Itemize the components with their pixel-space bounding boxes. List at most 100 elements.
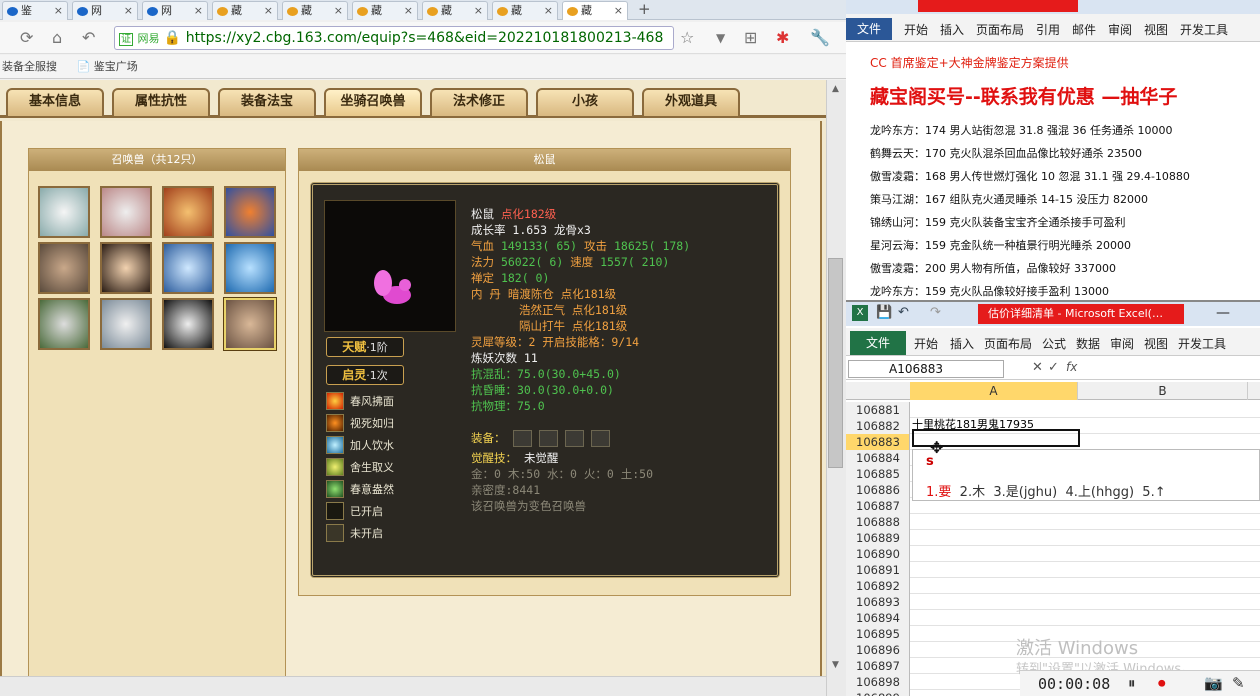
summon-thumb[interactable]: [162, 186, 214, 238]
word-tab[interactable]: 视图: [1144, 21, 1168, 38]
summon-thumb[interactable]: [162, 242, 214, 294]
undo-icon[interactable]: ↶: [82, 29, 95, 47]
summon-thumb[interactable]: [38, 186, 90, 238]
minimize-icon[interactable]: —: [1216, 305, 1230, 321]
excel-tab[interactable]: 审阅: [1110, 335, 1134, 352]
confirm-icon[interactable]: ✓: [1048, 360, 1059, 375]
word-file-tab[interactable]: 文件: [846, 18, 892, 40]
game-tab[interactable]: 坐骑召唤兽: [324, 88, 422, 116]
scroll-down-icon[interactable]: ▼: [832, 660, 839, 670]
row-header[interactable]: 106885: [846, 466, 910, 482]
row-header[interactable]: 106889: [846, 530, 910, 546]
skill-item[interactable]: 加人饮水: [326, 435, 466, 455]
name-box[interactable]: A106883: [848, 360, 1004, 378]
word-tab[interactable]: 开始: [904, 21, 928, 38]
pen-icon[interactable]: ✎: [1232, 674, 1245, 692]
column-header-b[interactable]: B: [1078, 382, 1248, 400]
close-tab-icon[interactable]: ×: [194, 2, 203, 19]
row-header[interactable]: 106899: [846, 690, 910, 696]
wrench-icon[interactable]: 🔧: [810, 29, 830, 47]
row-header[interactable]: 106888: [846, 514, 910, 530]
summon-thumb-selected[interactable]: [224, 298, 276, 350]
excel-tab[interactable]: 页面布局: [984, 335, 1032, 352]
close-tab-icon[interactable]: ×: [264, 2, 273, 19]
equip-slot[interactable]: [539, 430, 558, 447]
close-tab-icon[interactable]: ×: [614, 2, 623, 19]
row-header[interactable]: 106898: [846, 674, 910, 690]
ime-candidate[interactable]: 1.要: [926, 485, 951, 500]
close-tab-icon[interactable]: ×: [54, 2, 63, 19]
horizontal-scrollbar[interactable]: [0, 676, 826, 696]
game-tab[interactable]: 属性抗性: [112, 88, 210, 116]
cancel-icon[interactable]: ✕: [1032, 360, 1043, 375]
row-header[interactable]: 106897: [846, 658, 910, 674]
browser-tab[interactable]: 藏 ×: [352, 1, 418, 20]
excel-tab[interactable]: 数据: [1076, 335, 1100, 352]
row-header[interactable]: 106883: [846, 434, 910, 450]
lightning-icon[interactable]: ϟ: [672, 30, 673, 46]
summon-thumb[interactable]: [100, 242, 152, 294]
row-header[interactable]: 106887: [846, 498, 910, 514]
row-header[interactable]: 106882: [846, 418, 910, 434]
row-header[interactable]: 106892: [846, 578, 910, 594]
bookmark-item[interactable]: 装备全服搜: [2, 60, 57, 73]
summon-thumb[interactable]: [224, 242, 276, 294]
summon-thumb[interactable]: [38, 298, 90, 350]
browser-tab[interactable]: 网 ×: [72, 1, 138, 20]
grid-icon[interactable]: ⊞: [744, 29, 757, 47]
save-icon[interactable]: 💾: [876, 305, 892, 320]
summon-thumb[interactable]: [100, 186, 152, 238]
enlighten-badge[interactable]: 启灵·1次: [326, 365, 404, 385]
row-header[interactable]: 106894: [846, 610, 910, 626]
ime-candidate[interactable]: 2.木: [960, 485, 985, 500]
game-tab[interactable]: 小孩: [536, 88, 634, 116]
row-header[interactable]: 106893: [846, 594, 910, 610]
ime-candidate[interactable]: 5.↑: [1142, 485, 1165, 500]
camera-icon[interactable]: 📷: [1204, 674, 1223, 692]
skill-item[interactable]: 未开启: [326, 523, 466, 543]
close-tab-icon[interactable]: ×: [544, 2, 553, 19]
summon-thumb[interactable]: [224, 186, 276, 238]
redo-icon[interactable]: ↷: [930, 305, 941, 320]
summon-thumb[interactable]: [100, 298, 152, 350]
browser-tab[interactable]: 藏 ×: [282, 1, 348, 20]
game-tab[interactable]: 装备法宝: [218, 88, 316, 116]
talent-badge[interactable]: 天赋·1阶: [326, 337, 404, 357]
browser-tab[interactable]: 鉴 ×: [2, 1, 68, 20]
skill-item[interactable]: 舍生取义: [326, 457, 466, 477]
word-tab[interactable]: 插入: [940, 21, 964, 38]
address-bar[interactable]: 证 网易 🔒 https://xy2.cbg.163.com/equip?s=4…: [114, 26, 674, 50]
browser-tab[interactable]: 藏 ×: [212, 1, 278, 20]
excel-tab[interactable]: 开发工具: [1178, 335, 1226, 352]
ime-candidate[interactable]: 4.上(hhgg): [1066, 485, 1135, 500]
word-tab[interactable]: 引用: [1036, 21, 1060, 38]
pause-icon[interactable]: ⏸: [1128, 674, 1136, 692]
bookmark-item[interactable]: 鉴宝广场: [94, 60, 138, 73]
word-tab[interactable]: 开发工具: [1180, 21, 1228, 38]
star-icon[interactable]: ☆: [680, 29, 694, 47]
close-tab-icon[interactable]: ×: [124, 2, 133, 19]
word-tab[interactable]: 审阅: [1108, 21, 1132, 38]
game-tab[interactable]: 法术修正: [430, 88, 528, 116]
home-icon[interactable]: ⌂: [52, 29, 62, 47]
extension-icon[interactable]: ✱: [776, 29, 789, 47]
excel-tab[interactable]: 开始: [914, 335, 938, 352]
summon-thumb[interactable]: [38, 242, 90, 294]
browser-tab[interactable]: 藏 ×: [422, 1, 488, 20]
browser-tab[interactable]: 网 ×: [142, 1, 208, 20]
close-tab-icon[interactable]: ×: [404, 2, 413, 19]
skill-item[interactable]: 春意盎然: [326, 479, 466, 499]
scroll-up-icon[interactable]: ▲: [832, 84, 839, 94]
skill-item[interactable]: 已开启: [326, 501, 466, 521]
dropdown-icon[interactable]: ▼: [716, 29, 725, 47]
row-header[interactable]: 106891: [846, 562, 910, 578]
game-tab[interactable]: 外观道具: [642, 88, 740, 116]
word-tab[interactable]: 页面布局: [976, 21, 1024, 38]
word-tab[interactable]: 邮件: [1072, 21, 1096, 38]
row-header[interactable]: 106895: [846, 626, 910, 642]
excel-tab[interactable]: 公式: [1042, 335, 1066, 352]
new-tab-button[interactable]: +: [638, 0, 651, 18]
row-header[interactable]: 106884: [846, 450, 910, 466]
column-header-a[interactable]: A: [910, 382, 1078, 400]
close-tab-icon[interactable]: ×: [474, 2, 483, 19]
